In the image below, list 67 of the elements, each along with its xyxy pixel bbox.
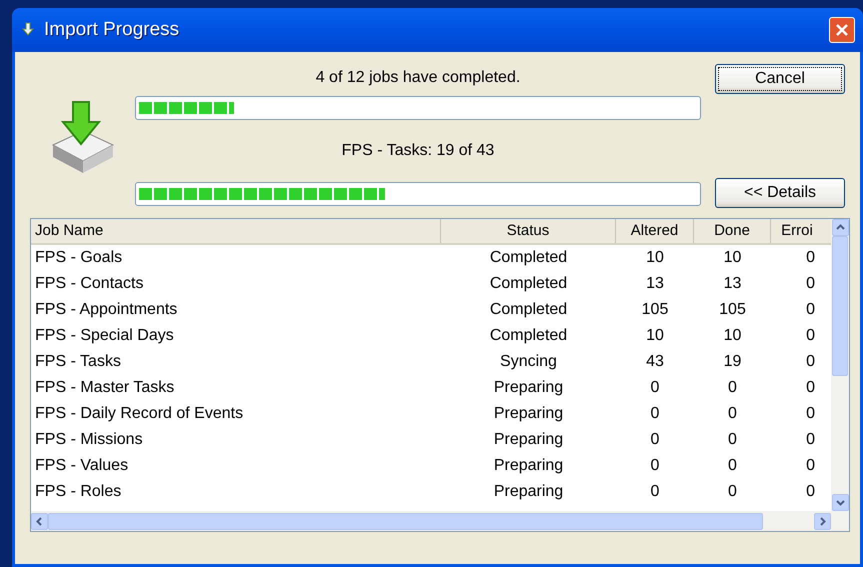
table-cell-text: 0 (805, 326, 816, 346)
column-header[interactable]: Altered (616, 219, 694, 243)
table-cell-text: Completed (488, 326, 568, 346)
table-cell-text: FPS - Tasks (34, 352, 122, 372)
table-cell-text: 10 (645, 326, 665, 346)
table-cell-text: Syncing (499, 352, 558, 372)
table-cell-text: 0 (650, 456, 660, 476)
table-cell-text: 0 (805, 404, 816, 424)
table-cell-text: 0 (805, 274, 816, 294)
vertical-scrollbar[interactable] (831, 219, 849, 511)
scroll-thumb[interactable] (832, 236, 848, 376)
overall-status-text: 4 of 12 jobs have completed. (316, 68, 520, 88)
table-cell-text: FPS - Goals (34, 248, 124, 268)
table-cell-text: Completed (488, 300, 568, 320)
details-button[interactable]: << Details (715, 178, 845, 208)
table-cell-text: FPS - Roles (34, 482, 122, 502)
table-cell-text: 13 (645, 274, 665, 294)
column-header[interactable]: Job Name (31, 219, 441, 243)
table-cell-text: 10 (722, 248, 742, 268)
table-cell-text: FPS - Appointments (34, 300, 178, 320)
table-cell-text: 0 (727, 482, 738, 502)
table-cell-text: 0 (805, 456, 816, 476)
table-cell-text: 19 (722, 352, 742, 372)
table-cell-text: 43 (645, 352, 665, 372)
table-cell-text: 0 (650, 482, 660, 502)
table-cell-text: 0 (727, 456, 738, 476)
table-cell-text: FPS - Special Days (34, 326, 175, 346)
table-cell-text: 0 (727, 378, 738, 398)
table-cell-text: 0 (650, 430, 660, 450)
cancel-button[interactable]: Cancel (715, 64, 845, 94)
table-cell-text: Preparing (492, 482, 564, 502)
window-title: Import Progress (44, 18, 180, 42)
download-icon (20, 22, 36, 38)
table-cell-text: 0 (650, 404, 660, 424)
table-cell-text: 0 (805, 378, 816, 398)
scroll-thumb[interactable] (48, 512, 763, 530)
table-cell-text: 0 (805, 430, 816, 450)
table-cell-text: 0 (650, 378, 660, 398)
table-cell-text: FPS - Master Tasks (34, 378, 176, 398)
table-cell-text: Completed (488, 248, 568, 268)
table-cell-text: 0 (727, 404, 738, 424)
table-cell-text: Preparing (492, 456, 564, 476)
table-cell-text: 105 (640, 300, 670, 320)
table-cell-text: 10 (722, 326, 742, 346)
table-cell-text: 105 (718, 300, 747, 320)
table-cell-text: FPS - Values (34, 456, 130, 476)
table-cell-text: Preparing (492, 430, 564, 450)
column-header[interactable]: Status (441, 219, 616, 243)
table-cell-text: Preparing (492, 404, 564, 424)
table-cell-text: Preparing (492, 378, 564, 398)
table-cell-text: Completed (488, 274, 568, 294)
table-cell-text: 13 (722, 274, 742, 294)
table-cell-text: 0 (805, 482, 816, 502)
current-job-text: FPS - Tasks: 19 of 43 (342, 141, 494, 161)
column-header[interactable]: Erroi (771, 219, 823, 243)
close-button[interactable] (829, 17, 855, 43)
table-cell-text: 0 (805, 248, 816, 268)
table-cell-text: 0 (805, 352, 816, 372)
table-cell-text: FPS - Daily Record of Events (34, 404, 244, 424)
table-cell-text: FPS - Missions (34, 430, 144, 450)
table-cell-text: 0 (727, 430, 738, 450)
table-cell-text: 0 (805, 300, 816, 320)
table-cell-text: FPS - Contacts (34, 274, 144, 294)
close-icon (835, 23, 849, 37)
column-header[interactable]: Done (694, 219, 771, 243)
horizontal-scrollbar[interactable] (31, 511, 849, 531)
table-cell-text: 10 (645, 248, 665, 268)
